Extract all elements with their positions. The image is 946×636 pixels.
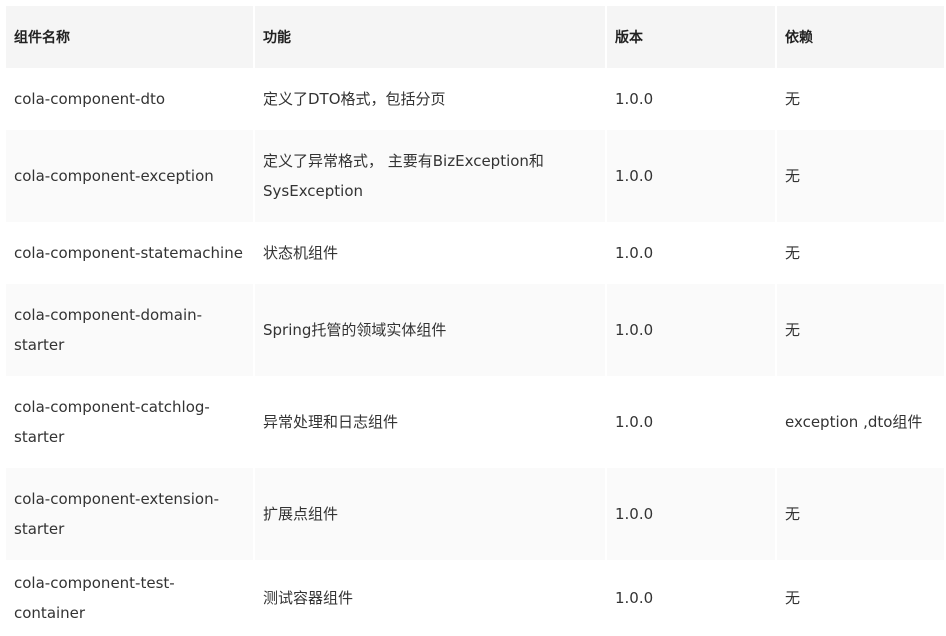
component-table: 组件名称 功能 版本 依赖 cola-component-dto 定义了DTO格… bbox=[4, 6, 946, 636]
table-row: cola-component-test-container 测试容器组件 1.0… bbox=[6, 560, 944, 636]
cell-function: 测试容器组件 bbox=[255, 560, 605, 636]
cell-version: 1.0.0 bbox=[607, 560, 775, 636]
cell-version: 1.0.0 bbox=[607, 68, 775, 130]
cell-dependency: exception ,dto组件 bbox=[777, 376, 944, 468]
cell-version: 1.0.0 bbox=[607, 468, 775, 560]
cell-component-name: cola-component-domain-starter bbox=[6, 284, 253, 376]
table-row: cola-component-extension-starter 扩展点组件 1… bbox=[6, 468, 944, 560]
header-function: 功能 bbox=[255, 6, 605, 68]
cell-version: 1.0.0 bbox=[607, 284, 775, 376]
cell-version: 1.0.0 bbox=[607, 376, 775, 468]
component-table-container: 组件名称 功能 版本 依赖 cola-component-dto 定义了DTO格… bbox=[6, 6, 944, 636]
table-row: cola-component-exception 定义了异常格式， 主要有Biz… bbox=[6, 130, 944, 222]
cell-component-name: cola-component-test-container bbox=[6, 560, 253, 636]
table-row: cola-component-catchlog-starter 异常处理和日志组… bbox=[6, 376, 944, 468]
cell-dependency: 无 bbox=[777, 560, 944, 636]
table-header-row: 组件名称 功能 版本 依赖 bbox=[6, 6, 944, 68]
cell-dependency: 无 bbox=[777, 68, 944, 130]
header-dependency: 依赖 bbox=[777, 6, 944, 68]
cell-dependency: 无 bbox=[777, 468, 944, 560]
cell-version: 1.0.0 bbox=[607, 222, 775, 284]
table-row: cola-component-statemachine 状态机组件 1.0.0 … bbox=[6, 222, 944, 284]
cell-dependency: 无 bbox=[777, 222, 944, 284]
cell-component-name: cola-component-statemachine bbox=[6, 222, 253, 284]
cell-component-name: cola-component-catchlog-starter bbox=[6, 376, 253, 468]
cell-component-name: cola-component-extension-starter bbox=[6, 468, 253, 560]
cell-function: 定义了异常格式， 主要有BizException和SysException bbox=[255, 130, 605, 222]
table-row: cola-component-domain-starter Spring托管的领… bbox=[6, 284, 944, 376]
cell-function: 状态机组件 bbox=[255, 222, 605, 284]
cell-component-name: cola-component-dto bbox=[6, 68, 253, 130]
cell-dependency: 无 bbox=[777, 130, 944, 222]
cell-version: 1.0.0 bbox=[607, 130, 775, 222]
cell-dependency: 无 bbox=[777, 284, 944, 376]
cell-function: 定义了DTO格式，包括分页 bbox=[255, 68, 605, 130]
header-component-name: 组件名称 bbox=[6, 6, 253, 68]
cell-component-name: cola-component-exception bbox=[6, 130, 253, 222]
table-row: cola-component-dto 定义了DTO格式，包括分页 1.0.0 无 bbox=[6, 68, 944, 130]
cell-function: Spring托管的领域实体组件 bbox=[255, 284, 605, 376]
cell-function: 扩展点组件 bbox=[255, 468, 605, 560]
header-version: 版本 bbox=[607, 6, 775, 68]
cell-function: 异常处理和日志组件 bbox=[255, 376, 605, 468]
